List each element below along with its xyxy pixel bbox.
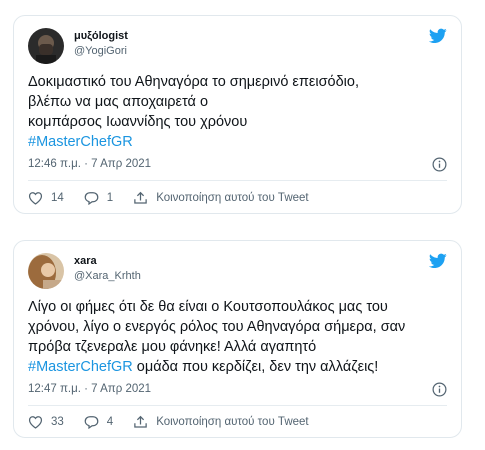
tweet-text-line: Λίγο οι φήμες ότι δε θα είναι ο Κουτσοπο… (28, 299, 388, 315)
reply-button[interactable]: 1 (84, 191, 113, 205)
heart-icon (28, 416, 43, 429)
timestamp[interactable]: 12:47 π.μ. · 7 Απρ 2021 (28, 383, 151, 395)
info-icon[interactable] (432, 157, 447, 172)
twitter-bird-icon[interactable] (429, 253, 447, 269)
share-label: Κοινοποίηση αυτού του Tweet (156, 416, 309, 428)
heart-icon (28, 192, 43, 205)
tweet-card[interactable]: xara @Xara_Krhth Λίγο οι φήμες ότι δε θα… (13, 240, 462, 438)
divider (28, 180, 447, 181)
tweet-text: Δοκιμαστικό του Αθηναγόρα το σημερινό επ… (28, 72, 448, 152)
tweet-actions: 33 4 Κοινοποίηση αυτού του Tweet (28, 412, 447, 432)
author-handle[interactable]: @Xara_Krhth (74, 270, 141, 282)
tweet-actions: 14 1 Κοινοποίηση αυτού του Tweet (28, 188, 447, 208)
like-button[interactable]: 33 (28, 415, 64, 429)
tweet-text-line: Δοκιμαστικό του Αθηναγόρα το σημερινό επ… (28, 74, 359, 90)
twitter-bird-icon[interactable] (429, 28, 447, 44)
tweet-text-line: πρόβα τζενεραλε μου φάνηκε! Αλλά αγαπητό (28, 339, 317, 355)
like-count: 14 (51, 192, 64, 204)
tweet-text-line: χρόνου, λίγο ο ενεργός ρόλος του Αθηναγό… (28, 319, 406, 335)
tweet-text-line: κομπάρσος Ιωαννίδης του χρόνου (28, 114, 248, 130)
share-icon (134, 191, 147, 204)
share-icon (134, 415, 147, 428)
reply-icon (84, 192, 99, 205)
tweet-text: Λίγο οι φήμες ότι δε θα είναι ο Κουτσοπο… (28, 297, 448, 377)
reply-count: 1 (106, 192, 114, 204)
tweet-text-line: ομάδα που κερδίζει, δεν την αλλάζεις! (132, 359, 379, 375)
timestamp[interactable]: 12:46 π.μ. · 7 Απρ 2021 (28, 158, 151, 170)
share-label: Κοινοποίηση αυτού του Tweet (156, 192, 309, 204)
author-name[interactable]: μυξόlogist (74, 30, 128, 42)
author-handle[interactable]: @YogiGori (74, 45, 127, 57)
reply-icon (84, 416, 99, 429)
info-icon[interactable] (432, 382, 447, 397)
author-name[interactable]: xara (74, 255, 97, 267)
share-button[interactable]: Κοινοποίηση αυτού του Tweet (133, 191, 309, 205)
like-count: 33 (51, 416, 64, 428)
hashtag-link[interactable]: #MasterChefGR (28, 359, 133, 375)
hashtag-link[interactable]: #MasterChefGR (28, 134, 133, 150)
divider (28, 405, 447, 406)
like-button[interactable]: 14 (28, 191, 64, 205)
tweet-card[interactable]: μυξόlogist @YogiGori Δοκιμαστικό του Αθη… (13, 15, 462, 214)
avatar[interactable] (28, 28, 64, 64)
share-button[interactable]: Κοινοποίηση αυτού του Tweet (133, 415, 309, 429)
avatar[interactable] (28, 253, 64, 289)
reply-button[interactable]: 4 (84, 415, 113, 429)
reply-count: 4 (106, 416, 114, 428)
tweet-text-line: βλέπω να μας αποχαιρετά ο (28, 94, 209, 110)
